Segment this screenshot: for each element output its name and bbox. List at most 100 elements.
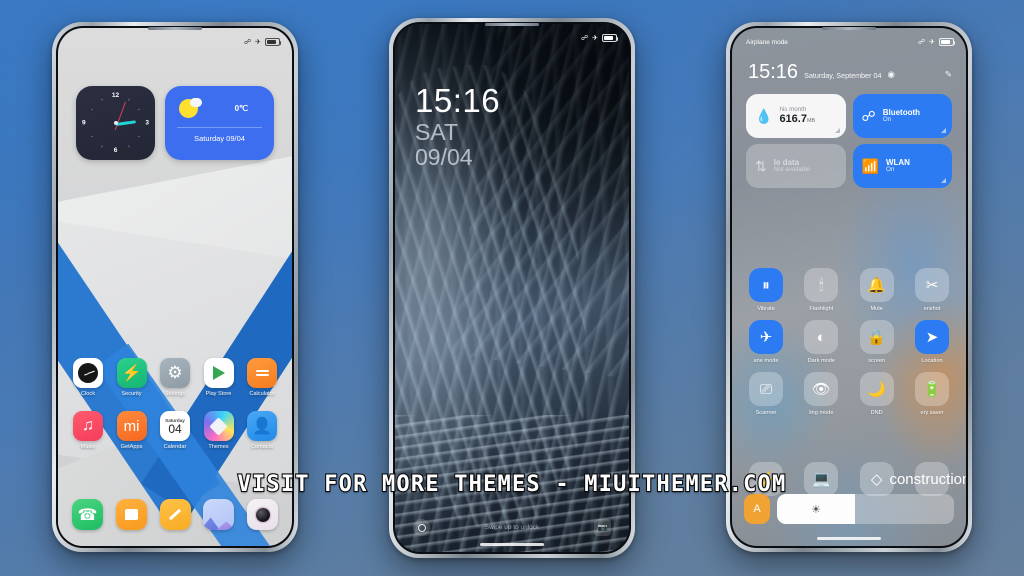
toggle-flashlight[interactable]: 🕯 Flashlight [799,268,843,312]
toggle-location[interactable]: ➤ Location [910,320,954,364]
eye-icon: 👁 [804,372,839,406]
clock-widget[interactable]: 12 3 6 9 [76,86,155,160]
security-app-icon: ⚡ [116,358,147,388]
toggle-label: Scanner [755,410,777,416]
phone1-bezel: ☍ ✈ 12 3 6 9 0℃ Saturday 09/04 Clock ⚡ S… [56,26,294,548]
edit-icon[interactable]: ✎ [945,69,952,80]
control-center-toggles: ⏸ Vibrate 🕯 Flashlight 🔔 Mute ✂ enshot ✈… [744,268,954,424]
phone-app-icon[interactable]: ☎ [72,499,103,530]
toggle-label: DND [870,410,883,416]
wlan-card[interactable]: 📶 WLAN On [852,144,952,188]
bluetooth-card[interactable]: ☍ Bluetooth On [852,94,952,138]
messages-app-icon[interactable] [115,499,147,530]
app-grid: Clock ⚡ Security ⚙ Settings Play Store C… [58,358,292,464]
toggle-label: Mute [870,306,883,312]
battery-plus-icon: 🔋 [914,372,949,406]
lockscreen-date: 09/04 [415,143,473,170]
app-label: Contacts [250,444,274,450]
mobile-data-card[interactable]: ⇅ le data Not available [746,144,846,188]
app-label: GetApps [120,444,143,450]
app-play-store[interactable]: Play Store [199,358,239,397]
toggle-battery-saver[interactable]: 🔋 ery saver [910,372,954,416]
toggle-lock-screen[interactable]: 🔒 screen [855,320,899,364]
toggle-scanner[interactable]: ⎚ Scanner [744,372,788,416]
toggle-row-2: ✈ ane mode ◐ Dark mode 🔒 screen ➤ Locati… [744,320,954,364]
scan-frame-icon: ⎚ [749,372,783,406]
app-label: Clock [81,391,95,397]
card-row-1: 💧 his month 616.7MB ☍ Bluetooth On [746,94,952,138]
gallery-app-icon[interactable] [203,499,235,530]
status-icons: ☍ ✈ [244,38,282,46]
app-calendar[interactable]: Saturday 04 Calendar [155,411,195,450]
weather-temperature: 0℃ [234,103,248,113]
clock-numeral-3: 3 [145,119,149,127]
app-label: Themes [208,444,229,450]
clock-app-icon [73,358,103,388]
status-icons: ☍ ✈ [918,38,956,46]
toggle-label: Flashlight [809,306,834,312]
app-getapps[interactable]: mi GetApps [112,411,152,450]
app-contacts[interactable]: 👤 Contacts [242,411,282,450]
weather-widget[interactable]: 0℃ Saturday 09/04 [165,86,274,160]
toggle-screenshot[interactable]: ✂ enshot [910,268,954,312]
toggle-reading-mode[interactable]: 👁 ling mode [799,372,843,416]
battery-icon [602,34,619,42]
app-label: Calendar [163,444,187,450]
battery-icon [939,38,956,46]
bluetooth-icon: ☍ [244,38,252,46]
brightness-sun-icon: ☀ [811,503,821,516]
app-clock[interactable]: Clock [68,358,108,397]
app-label: Play Store [205,391,232,397]
data-usage-card[interactable]: 💧 his month 616.7MB [746,94,846,138]
app-settings[interactable]: ⚙ Settings [155,358,195,397]
toggle-vibrate[interactable]: ⏸ Vibrate [744,268,788,312]
app-music[interactable]: ♫ Music [68,411,108,450]
partly-sunny-icon [179,97,202,118]
home-indicator[interactable] [817,537,881,540]
control-center-time: 15:16 [748,61,799,83]
unlock-hint: Swipe up to unlock [484,524,540,531]
moon-icon: 🌙 [859,372,894,406]
calculator-app-icon [247,358,277,388]
clock-center-pin [113,121,118,125]
toggle-label: ane mode [753,358,779,364]
location-arrow-icon: ➤ [914,320,949,354]
wlan-subtitle: On [885,166,895,174]
play-store-app-icon [203,358,234,388]
toggle-label: enshot [923,306,941,312]
settings-app-icon: ⚙ [160,358,190,388]
toggle-label: Location [921,358,943,364]
toggle-row-3: ⎚ Scanner 👁 ling mode 🌙 DND 🔋 ery saver [744,372,954,416]
themes-app-icon [203,411,234,441]
toggle-airplane-mode[interactable]: ✈ ane mode [744,320,788,364]
toggle-mute[interactable]: 🔔 Mute [855,268,899,312]
camera-app-icon[interactable] [247,499,278,530]
bluetooth-subtitle: On [882,116,892,124]
camera-icon[interactable]: 📷 [594,519,611,536]
auto-brightness-button[interactable]: A [744,494,770,524]
status-icons: ☍ ✈ [581,34,619,42]
toggle-dark-mode[interactable]: ◐ Dark mode [799,320,843,364]
app-calculator[interactable]: Calculator [242,358,282,397]
phone3-status-bar: Airplane mode ☍ ✈ [732,28,966,50]
notes-app-icon[interactable] [159,499,191,530]
lockscreen-clock: 15:16 SAT 09/04 [415,84,500,170]
app-security[interactable]: ⚡ Security [112,358,152,397]
home-indicator[interactable] [480,543,544,546]
brightness-slider[interactable]: ☀ [777,494,954,524]
gear-icon[interactable]: ◉ [887,69,894,80]
clock-numeral-9: 9 [82,119,86,127]
flashlight-ring-icon[interactable] [413,519,430,536]
app-themes[interactable]: Themes [199,411,239,450]
weather-date: Saturday 09/04 [194,133,245,143]
toggle-label: ling mode [809,410,834,416]
app-label: Music [80,444,96,450]
toggle-dnd[interactable]: 🌙 DND [855,372,899,416]
earpiece-speaker [822,27,876,30]
control-center-date: Saturday, September 04 [804,71,882,80]
clock-numeral-6: 6 [113,147,118,154]
bell-icon: 🔔 [859,268,894,302]
toggle-label: ery saver [920,410,944,416]
screenshot-icon: ✂ [914,268,949,302]
clock-numeral-12: 12 [111,92,120,99]
